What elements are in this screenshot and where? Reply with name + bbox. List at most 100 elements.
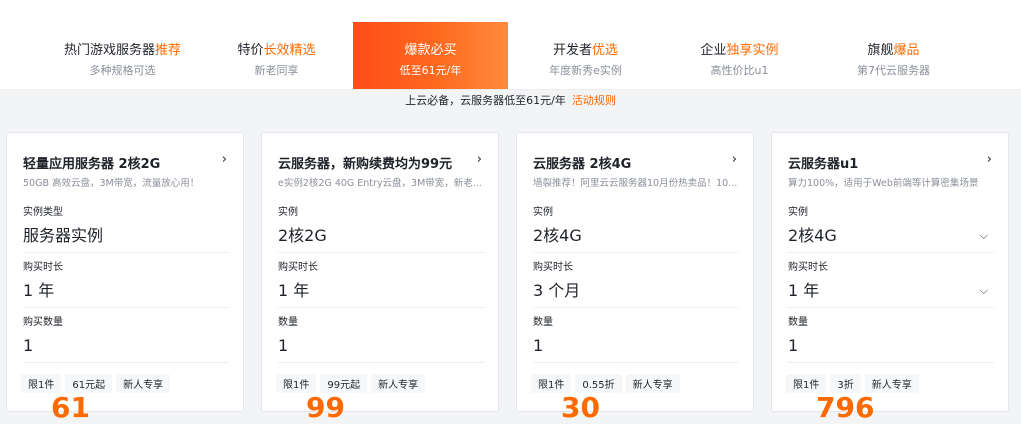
tab-subtitle: 年度新秀e实例 [549,64,622,77]
field-value[interactable]: 1 年 [788,280,994,302]
tag-new-user: 新人专享 [371,374,426,393]
divider [533,252,739,253]
duration-field: 购买时长 1 年 [23,258,229,308]
chevron-down-icon[interactable]: ⌵ [980,229,988,243]
field-label: 实例类型 [23,207,63,218]
instance-field: 实例 2核4G [533,203,739,253]
tab-developer-picks[interactable]: 开发者优选 年度新秀e实例 [508,22,663,89]
field-label: 实例 [278,207,298,218]
field-value: 1 [533,336,544,355]
notice-text: 上云必备，云服务器低至61元/年 [405,94,566,107]
divider [533,307,739,308]
tab-title-highlight: 推荐 [155,43,182,58]
tab-title: 热门游戏服务器 [63,43,155,58]
tab-enterprise[interactable]: 企业独享实例 高性价比u1 [662,22,817,89]
field-label: 数量 [533,317,553,328]
tab-title: 旗舰 [867,43,894,58]
duration-field: 购买时长 1 年 [278,258,484,308]
tab-title-highlight: 爆品 [893,43,920,58]
divider [278,252,484,253]
field-label: 数量 [788,317,808,328]
card-title[interactable]: 云服务器 2核4G [533,153,631,172]
tab-hot-game-servers[interactable]: 热门游戏服务器推荐 多种规格可选 [45,22,200,89]
field-label: 实例 [788,207,808,218]
quantity-field: 数量 1 [533,313,739,363]
card-tags: 限1件 61元起 新人专享 [21,373,174,393]
tag-new-user: 新人专享 [116,374,171,393]
chevron-right-icon[interactable]: › [987,152,992,167]
divider [533,362,739,363]
divider [23,252,229,253]
chevron-right-icon[interactable]: › [222,152,227,167]
divider [788,362,994,363]
tab-title-highlight: 独享实例 [726,43,779,58]
product-card-u1-server[interactable]: 云服务器u1 › 算力100%，适用于Web前端等计算密集场景 实例 2核4G … [771,132,1009,424]
card-price: 796 [816,391,875,424]
field-value: 1 年 [23,281,55,300]
card-price: 99 [306,391,345,424]
tab-title: 企业 [700,43,727,58]
field-value: 1 [23,336,34,355]
field-label: 购买数量 [23,317,63,328]
field-value: 2核4G [533,226,582,245]
divider [788,252,994,253]
chevron-right-icon[interactable]: › [732,152,737,167]
divider [788,307,994,308]
tab-subtitle: 高性价比u1 [710,64,769,77]
card-tags: 限1件 99元起 新人专享 [276,373,429,393]
tab-special-offers[interactable]: 特价长效精选 新老同享 [199,22,354,89]
card-description: e实例2核2G 40G Entry云盘，3M带宽，新老... [278,178,482,189]
card-price: 61 [51,391,90,424]
card-description: 算力100%，适用于Web前端等计算密集场景 [788,178,979,189]
activity-rules-link[interactable]: 活动规则 [572,94,616,107]
card-title[interactable]: 云服务器，新购续费均为99元 [278,153,452,172]
tab-subtitle: 新老同享 [254,64,299,77]
quantity-field: 数量 1 [788,313,994,363]
tab-title: 开发者 [552,43,592,58]
card-tags: 限1件 0.55折 新人专享 [531,373,684,393]
card-tags: 限1件 3折 新人专享 [786,373,923,393]
field-label: 实例 [533,207,553,218]
field-value: 1 [788,336,799,355]
tab-title: 爆款必买 [404,43,457,58]
tab-bestsellers[interactable]: 爆款必买 低至61元/年 [353,22,508,89]
chevron-right-icon[interactable]: › [477,152,482,167]
field-value[interactable]: 2核4G [788,225,994,247]
top-strip [0,0,1021,22]
chevron-down-icon[interactable]: ⌵ [980,284,988,298]
tab-title: 特价 [237,43,264,58]
card-title[interactable]: 云服务器u1 [788,153,858,172]
product-card-2c4g-server[interactable]: 云服务器 2核4G › 墙裂推荐！阿里云云服务器10月份热卖品！10... 实例… [516,132,754,424]
product-card-e-instance[interactable]: 云服务器，新购续费均为99元 › e实例2核2G 40G Entry云盘，3M带… [261,132,499,424]
field-label: 购买时长 [23,262,63,273]
tab-subtitle: 低至61元/年 [399,64,462,77]
instance-type-field: 实例类型 服务器实例 [23,203,229,253]
card-title[interactable]: 轻量应用服务器 2核2G [23,153,160,172]
quantity-field: 购买数量 1 [23,313,229,363]
field-label: 数量 [278,317,298,328]
tab-subtitle: 多种规格可选 [89,64,156,77]
tab-flagship[interactable]: 旗舰爆品 第7代云服务器 [816,22,971,89]
product-card-lightweight-server[interactable]: 轻量应用服务器 2核2G › 50GB 高效云盘，3M带宽，流量放心用！ 实例类… [6,132,244,424]
field-value: 1 年 [278,281,310,300]
quantity-field: 数量 1 [278,313,484,363]
field-label: 购买时长 [788,262,828,273]
promo-notice: 上云必备，云服务器低至61元/年 活动规则 [0,92,1021,108]
field-value: 1 [278,336,289,355]
card-description: 墙裂推荐！阿里云云服务器10月份热卖品！10... [533,178,738,189]
field-value: 服务器实例 [23,226,104,245]
duration-field: 购买时长 3 个月 [533,258,739,308]
card-description: 50GB 高效云盘，3M带宽，流量放心用！ [23,178,200,189]
promo-tabs: 热门游戏服务器推荐 多种规格可选 特价长效精选 新老同享 爆款必买 低至61元/… [0,22,1021,89]
divider [278,307,484,308]
tab-title-highlight: 优选 [592,43,619,58]
tag-new-user: 新人专享 [625,374,680,393]
field-value: 3 个月 [533,281,581,300]
duration-select[interactable]: 购买时长 1 年 ⌵ [788,258,994,308]
divider [23,307,229,308]
field-label: 购买时长 [533,262,573,273]
instance-select[interactable]: 实例 2核4G ⌵ [788,203,994,253]
divider [23,362,229,363]
divider [278,362,484,363]
tab-title-highlight: 长效精选 [263,43,316,58]
